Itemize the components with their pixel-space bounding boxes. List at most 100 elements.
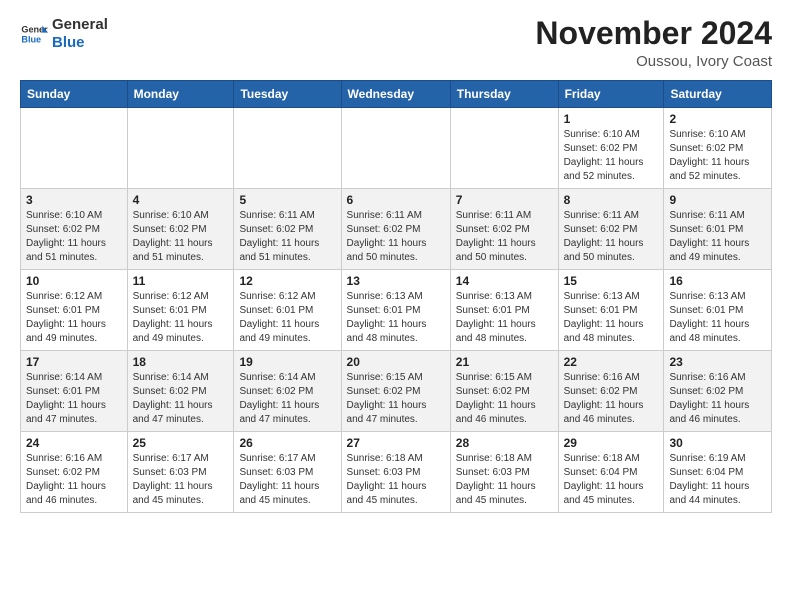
day-info: Sunrise: 6:10 AM Sunset: 6:02 PM Dayligh…: [133, 209, 229, 265]
day-info: Sunrise: 6:19 AM Sunset: 6:04 PM Dayligh…: [669, 452, 766, 508]
day-info: Sunrise: 6:12 AM Sunset: 6:01 PM Dayligh…: [26, 290, 122, 346]
day-info: Sunrise: 6:10 AM Sunset: 6:02 PM Dayligh…: [669, 128, 766, 184]
calendar-header-friday: Friday: [558, 81, 664, 108]
day-number: 8: [564, 193, 659, 207]
day-info: Sunrise: 6:15 AM Sunset: 6:02 PM Dayligh…: [347, 371, 445, 427]
calendar-cell: [234, 108, 341, 189]
day-number: 16: [669, 274, 766, 288]
calendar-cell: 11 Sunrise: 6:12 AM Sunset: 6:01 PM Dayli…: [127, 270, 234, 351]
calendar-cell: 2 Sunrise: 6:10 AM Sunset: 6:02 PM Daylig…: [664, 108, 772, 189]
calendar-cell: 6 Sunrise: 6:11 AM Sunset: 6:02 PM Daylig…: [341, 189, 450, 270]
calendar-cell: 4Sunrise: 6:10 AM Sunset: 6:02 PM Daylig…: [127, 189, 234, 270]
day-number: 26: [239, 436, 335, 450]
svg-text:Blue: Blue: [21, 34, 41, 44]
calendar-header-wednesday: Wednesday: [341, 81, 450, 108]
calendar-header-tuesday: Tuesday: [234, 81, 341, 108]
day-number: 10: [26, 274, 122, 288]
day-number: 18: [133, 355, 229, 369]
calendar-cell: [127, 108, 234, 189]
day-info: Sunrise: 6:14 AM Sunset: 6:01 PM Dayligh…: [26, 371, 122, 427]
calendar-cell: 18 Sunrise: 6:14 AM Sunset: 6:02 PM Dayli…: [127, 351, 234, 432]
day-info: Sunrise: 6:18 AM Sunset: 6:03 PM Dayligh…: [456, 452, 553, 508]
calendar-cell: 22 Sunrise: 6:16 AM Sunset: 6:02 PM Dayli…: [558, 351, 664, 432]
calendar-week-row: 1 Sunrise: 6:10 AM Sunset: 6:02 PM Daylig…: [21, 108, 772, 189]
calendar-header-saturday: Saturday: [664, 81, 772, 108]
day-info: Sunrise: 6:16 AM Sunset: 6:02 PM Dayligh…: [564, 371, 659, 427]
day-number: 24: [26, 436, 122, 450]
day-number: 27: [347, 436, 445, 450]
calendar-cell: 1 Sunrise: 6:10 AM Sunset: 6:02 PM Daylig…: [558, 108, 664, 189]
day-number: 11: [133, 274, 229, 288]
logo-icon: General Blue: [20, 20, 48, 48]
day-number: 29: [564, 436, 659, 450]
day-number: 20: [347, 355, 445, 369]
day-number: 6: [347, 193, 445, 207]
day-number: 15: [564, 274, 659, 288]
day-number: 7: [456, 193, 553, 207]
calendar-week-row: 10 Sunrise: 6:12 AM Sunset: 6:01 PM Dayli…: [21, 270, 772, 351]
calendar-cell: 13 Sunrise: 6:13 AM Sunset: 6:01 PM Dayli…: [341, 270, 450, 351]
calendar-cell: 21Sunrise: 6:15 AM Sunset: 6:02 PM Dayli…: [450, 351, 558, 432]
day-info: Sunrise: 6:13 AM Sunset: 6:01 PM Dayligh…: [669, 290, 766, 346]
day-number: 25: [133, 436, 229, 450]
day-info: Sunrise: 6:10 AM Sunset: 6:02 PM Dayligh…: [26, 209, 122, 265]
day-number: 3: [26, 193, 122, 207]
day-info: Sunrise: 6:13 AM Sunset: 6:01 PM Dayligh…: [347, 290, 445, 346]
day-info: Sunrise: 6:17 AM Sunset: 6:03 PM Dayligh…: [239, 452, 335, 508]
day-number: 23: [669, 355, 766, 369]
calendar-cell: 15 Sunrise: 6:13 AM Sunset: 6:01 PM Dayli…: [558, 270, 664, 351]
calendar-header-sunday: Sunday: [21, 81, 128, 108]
calendar: SundayMondayTuesdayWednesdayThursdayFrid…: [20, 80, 772, 513]
day-info: Sunrise: 6:11 AM Sunset: 6:01 PM Dayligh…: [669, 209, 766, 265]
day-number: 12: [239, 274, 335, 288]
calendar-cell: 19Sunrise: 6:14 AM Sunset: 6:02 PM Dayli…: [234, 351, 341, 432]
calendar-cell: [450, 108, 558, 189]
calendar-cell: [21, 108, 128, 189]
calendar-cell: 25 Sunrise: 6:17 AM Sunset: 6:03 PM Dayli…: [127, 432, 234, 513]
location: Oussou, Ivory Coast: [535, 53, 772, 70]
day-number: 22: [564, 355, 659, 369]
calendar-week-row: 3 Sunrise: 6:10 AM Sunset: 6:02 PM Daylig…: [21, 189, 772, 270]
calendar-header-monday: Monday: [127, 81, 234, 108]
day-number: 1: [564, 112, 659, 126]
month-title: November 2024: [535, 16, 772, 51]
day-info: Sunrise: 6:12 AM Sunset: 6:01 PM Dayligh…: [133, 290, 229, 346]
day-info: Sunrise: 6:16 AM Sunset: 6:02 PM Dayligh…: [26, 452, 122, 508]
logo-general-text: General: [52, 16, 108, 34]
day-info: Sunrise: 6:14 AM Sunset: 6:02 PM Dayligh…: [133, 371, 229, 427]
calendar-cell: 20 Sunrise: 6:15 AM Sunset: 6:02 PM Dayli…: [341, 351, 450, 432]
day-info: Sunrise: 6:13 AM Sunset: 6:01 PM Dayligh…: [456, 290, 553, 346]
header: General Blue General Blue November 2024 …: [20, 16, 772, 70]
logo: General Blue General Blue: [20, 16, 108, 52]
calendar-cell: 28 Sunrise: 6:18 AM Sunset: 6:03 PM Dayli…: [450, 432, 558, 513]
calendar-cell: 3 Sunrise: 6:10 AM Sunset: 6:02 PM Daylig…: [21, 189, 128, 270]
calendar-week-row: 17Sunrise: 6:14 AM Sunset: 6:01 PM Dayli…: [21, 351, 772, 432]
day-info: Sunrise: 6:13 AM Sunset: 6:01 PM Dayligh…: [564, 290, 659, 346]
day-number: 5: [239, 193, 335, 207]
day-number: 21: [456, 355, 553, 369]
day-number: 30: [669, 436, 766, 450]
calendar-cell: 9Sunrise: 6:11 AM Sunset: 6:01 PM Daylig…: [664, 189, 772, 270]
day-info: Sunrise: 6:10 AM Sunset: 6:02 PM Dayligh…: [564, 128, 659, 184]
calendar-cell: 30 Sunrise: 6:19 AM Sunset: 6:04 PM Dayli…: [664, 432, 772, 513]
day-number: 28: [456, 436, 553, 450]
day-number: 14: [456, 274, 553, 288]
calendar-cell: 14 Sunrise: 6:13 AM Sunset: 6:01 PM Dayli…: [450, 270, 558, 351]
day-info: Sunrise: 6:11 AM Sunset: 6:02 PM Dayligh…: [239, 209, 335, 265]
day-info: Sunrise: 6:11 AM Sunset: 6:02 PM Dayligh…: [347, 209, 445, 265]
logo-blue-text: Blue: [52, 34, 108, 52]
day-info: Sunrise: 6:12 AM Sunset: 6:01 PM Dayligh…: [239, 290, 335, 346]
calendar-cell: 24 Sunrise: 6:16 AM Sunset: 6:02 PM Dayli…: [21, 432, 128, 513]
calendar-cell: 23Sunrise: 6:16 AM Sunset: 6:02 PM Dayli…: [664, 351, 772, 432]
day-info: Sunrise: 6:11 AM Sunset: 6:02 PM Dayligh…: [456, 209, 553, 265]
day-number: 13: [347, 274, 445, 288]
day-number: 2: [669, 112, 766, 126]
calendar-cell: 27 Sunrise: 6:18 AM Sunset: 6:03 PM Dayli…: [341, 432, 450, 513]
calendar-cell: 12 Sunrise: 6:12 AM Sunset: 6:01 PM Dayli…: [234, 270, 341, 351]
title-block: November 2024 Oussou, Ivory Coast: [535, 16, 772, 70]
day-info: Sunrise: 6:17 AM Sunset: 6:03 PM Dayligh…: [133, 452, 229, 508]
day-info: Sunrise: 6:11 AM Sunset: 6:02 PM Dayligh…: [564, 209, 659, 265]
page: General Blue General Blue November 2024 …: [0, 0, 792, 529]
calendar-cell: 29Sunrise: 6:18 AM Sunset: 6:04 PM Dayli…: [558, 432, 664, 513]
day-info: Sunrise: 6:18 AM Sunset: 6:03 PM Dayligh…: [347, 452, 445, 508]
